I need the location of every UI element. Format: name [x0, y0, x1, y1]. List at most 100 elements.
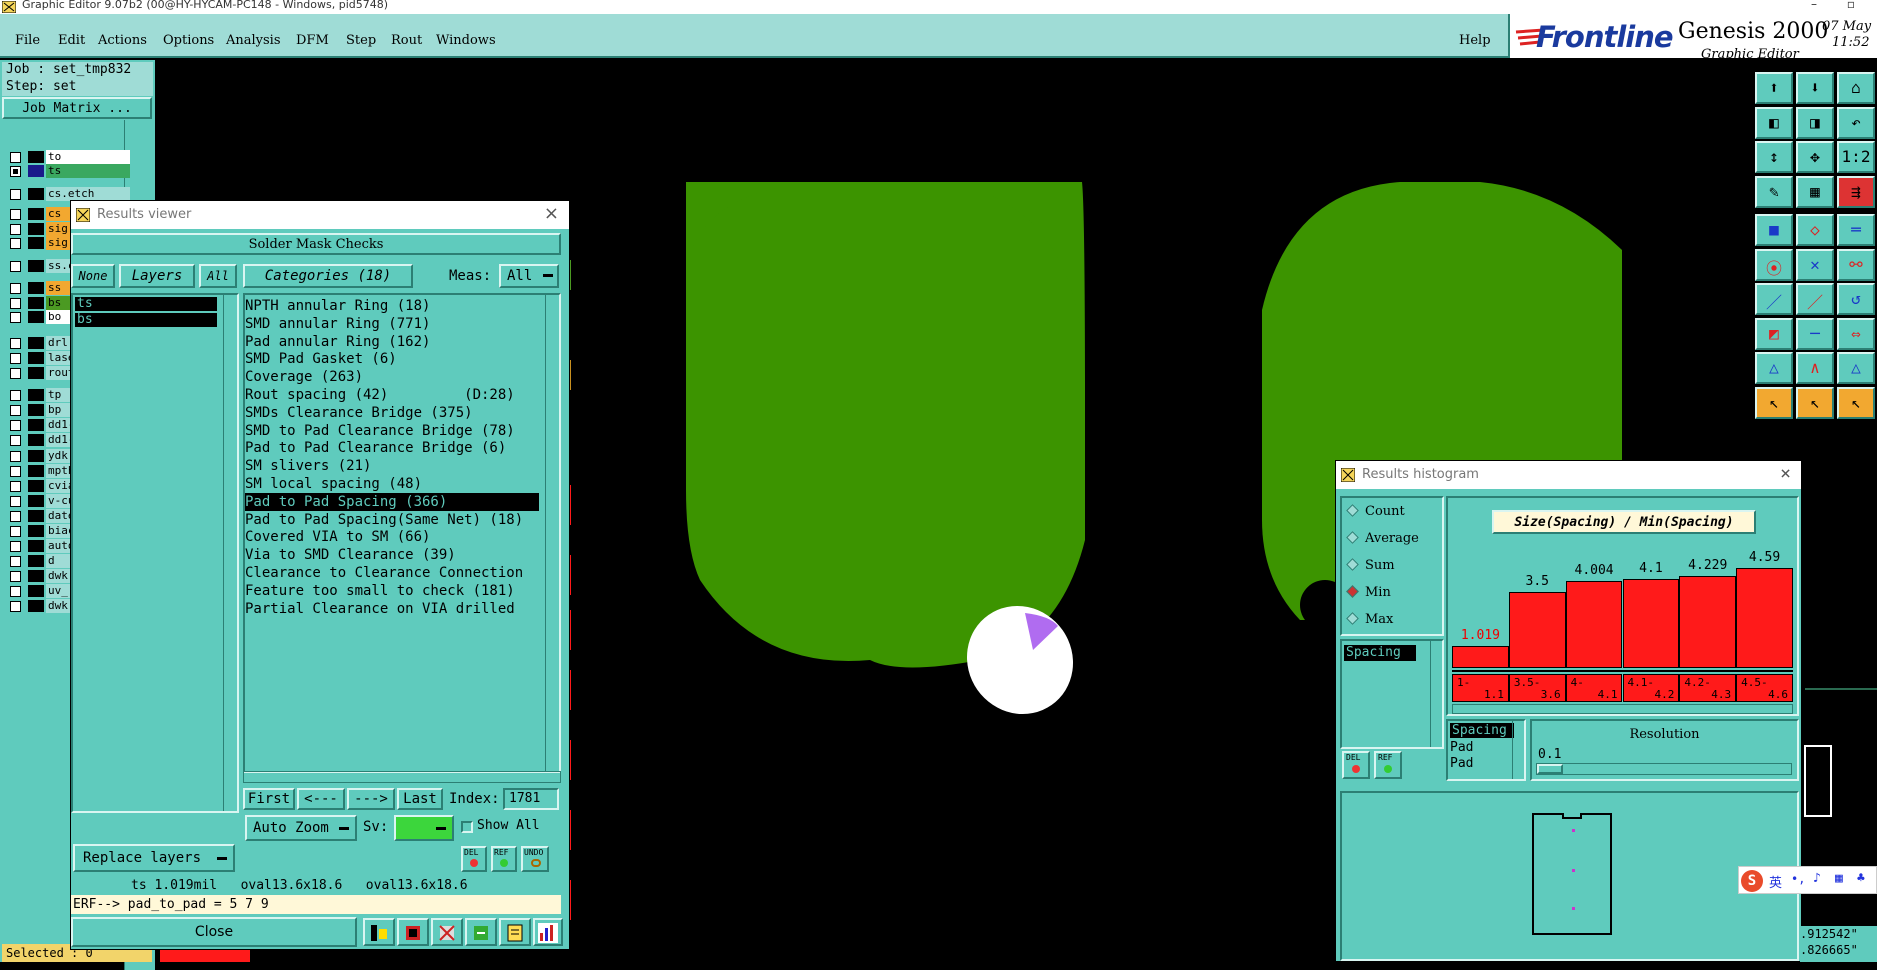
layer-checkbox[interactable] [10, 481, 21, 492]
category-item[interactable]: SMDs Clearance Bridge (375) [245, 404, 473, 422]
tool-cursor-select-button[interactable]: ↖ [1796, 386, 1834, 419]
ref-button[interactable]: REF [491, 846, 517, 872]
layer-checkbox[interactable] [10, 368, 21, 379]
histogram-del-button[interactable]: DEL [1342, 751, 1370, 779]
index-input[interactable]: 1781 [503, 788, 559, 810]
histogram-bar[interactable] [1452, 645, 1509, 668]
layer-checkbox[interactable] [10, 312, 21, 323]
layer-checkbox[interactable] [10, 189, 21, 200]
layer-checkbox[interactable] [10, 541, 21, 552]
show-all-checkbox[interactable] [461, 821, 473, 833]
category-item[interactable]: Covered VIA to SM (66) [245, 528, 430, 546]
category-item[interactable]: SMD to Pad Clearance Bridge (78) [245, 422, 515, 440]
menu-options[interactable]: Options [163, 33, 214, 48]
tool-profile-button[interactable]: ✎ [1755, 175, 1793, 208]
tool-mirror-button[interactable]: ⇔ [1837, 317, 1875, 350]
resolution-slider-thumb[interactable] [1537, 764, 1563, 774]
layer-checkbox[interactable] [10, 526, 21, 537]
skin-icon[interactable]: ♣ [1857, 871, 1865, 886]
attribute-list[interactable]: Spacing Pad Pad [1446, 719, 1526, 781]
tool-cursor-up-button[interactable]: ↖ [1755, 386, 1793, 419]
aggregate-option-average[interactable]: Average [1346, 531, 1419, 546]
menu-help[interactable]: Help [1459, 33, 1491, 48]
attribute-scrollbar[interactable] [1512, 721, 1524, 779]
microphone-icon[interactable]: ♪ [1813, 871, 1821, 886]
aggregate-option-max[interactable]: Max [1346, 612, 1393, 627]
layer-checkbox[interactable] [10, 353, 21, 364]
layer-checkbox[interactable] [10, 420, 21, 431]
histogram-bar[interactable] [1736, 568, 1793, 668]
punctuation-icon[interactable]: •, [1791, 872, 1805, 886]
category-item[interactable]: SMD Pad Gasket (6) [245, 350, 397, 368]
menu-analysis[interactable]: Analysis [226, 33, 281, 48]
layer-checkbox[interactable] [10, 298, 21, 309]
job-matrix-button[interactable]: Job Matrix ... [2, 97, 152, 119]
replace-layers-dropdown[interactable]: Replace layers [73, 844, 235, 872]
autozoom-dropdown[interactable]: Auto Zoom [245, 815, 357, 841]
tool-load-right-button[interactable]: ◨ [1796, 106, 1834, 139]
menu-windows[interactable]: Windows [436, 33, 496, 48]
layer-checkbox[interactable] [10, 571, 21, 582]
layer-checkbox[interactable] [10, 601, 21, 612]
category-item[interactable]: SM slivers (21) [245, 457, 371, 475]
keyboard-icon[interactable]: ▦ [1835, 871, 1843, 886]
first-button[interactable]: First [243, 788, 295, 810]
layer-results-list[interactable]: ts bs [71, 293, 239, 813]
category-item[interactable]: Via to SMD Clearance (39) [245, 546, 456, 564]
ime-toolbar[interactable]: S 英 •, ♪ ▦ ♣ [1738, 866, 1877, 894]
layer-checkbox[interactable] [10, 209, 21, 220]
tool-snap-button[interactable]: ⇶ [1837, 175, 1875, 208]
tool-cross-button[interactable]: ✕ [1796, 248, 1834, 281]
layer-checkbox[interactable] [10, 152, 21, 163]
tool-link-button[interactable]: ⚯ [1837, 248, 1875, 281]
tool-home-button[interactable]: ⌂ [1837, 72, 1875, 104]
next-button[interactable]: ---> [347, 788, 395, 810]
category-item[interactable]: Clearance to Clearance Connection [245, 564, 523, 582]
aggregate-option-sum[interactable]: Sum [1346, 558, 1395, 573]
tool-scale-1-2-button[interactable]: 1:2 [1837, 141, 1875, 173]
series-scrollbar[interactable] [1430, 641, 1442, 747]
none-button[interactable]: None [71, 264, 115, 288]
histogram-bar[interactable] [1508, 591, 1566, 668]
layer-checkbox[interactable] [10, 451, 21, 462]
tool-undo-left-button[interactable]: ↶ [1837, 106, 1875, 139]
layer-checkbox[interactable] [10, 238, 21, 249]
measure-tool-button[interactable] [363, 918, 395, 946]
tool-pad-button[interactable]: ◩ [1755, 317, 1793, 350]
tool-save-up-button[interactable]: ⬆ [1755, 72, 1793, 104]
layer-checkbox[interactable] [10, 556, 21, 567]
tool-grid-button[interactable]: ▦ [1796, 175, 1834, 208]
attribute-item[interactable]: Pad [1450, 740, 1473, 755]
ime-language[interactable]: 英 [1769, 872, 1782, 891]
category-item[interactable]: SM local spacing (48) [245, 475, 422, 493]
last-button[interactable]: Last [397, 788, 443, 810]
tool-rotate-arc-button[interactable]: ↺ [1837, 283, 1875, 315]
menu-step[interactable]: Step [346, 33, 376, 48]
layer-checkbox[interactable] [10, 405, 21, 416]
tool-save-down-button[interactable]: ⬇ [1796, 72, 1834, 104]
attribute-item[interactable]: Spacing [1450, 723, 1514, 738]
notes-button[interactable] [499, 918, 531, 946]
category-item[interactable]: Pad to Pad Clearance Bridge (6) [245, 439, 506, 457]
menu-file[interactable]: File [15, 33, 40, 48]
layer-result-item[interactable]: ts [75, 297, 217, 311]
tool-draw-slash-button[interactable]: ／ [1796, 283, 1834, 315]
menu-dfm[interactable]: DFM [296, 33, 329, 48]
close-icon[interactable]: × [1780, 463, 1791, 484]
report-button[interactable] [397, 918, 429, 946]
layer-checkbox[interactable] [10, 586, 21, 597]
layer-result-item[interactable]: bs [75, 313, 217, 327]
histogram-bar[interactable] [1679, 575, 1737, 668]
histogram-bar[interactable] [1622, 578, 1680, 668]
category-item[interactable]: Partial Clearance on VIA drilled [245, 600, 515, 618]
tool-rotate-shape-button[interactable]: ◇ [1796, 214, 1834, 246]
all-button[interactable]: All [199, 264, 237, 288]
menu-rout[interactable]: Rout [391, 33, 422, 48]
categories-scrollbar[interactable] [545, 295, 559, 771]
close-icon[interactable]: × [544, 203, 559, 224]
tool-box-select-button[interactable]: ■ [1755, 214, 1793, 246]
tool-load-left-button[interactable]: ◧ [1755, 106, 1793, 139]
tool-triangle-c-button[interactable]: △ [1837, 352, 1875, 384]
category-item[interactable]: Coverage (263) [245, 368, 363, 386]
prev-button[interactable]: <--- [297, 788, 345, 810]
